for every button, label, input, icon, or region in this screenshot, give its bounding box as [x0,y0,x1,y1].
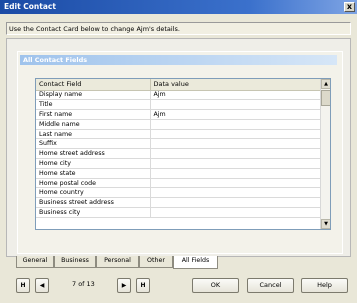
page-indicator: 7 of 13 [72,280,95,288]
field-value-cell[interactable] [150,187,322,199]
table-row[interactable]: Suffix [36,138,322,150]
field-name-cell: Home state [36,168,151,179]
next-record-button[interactable]: ▶ [117,278,131,293]
table-row[interactable]: Home street address [36,148,322,160]
field-name-cell: Home city [36,158,151,169]
field-value-cell[interactable] [150,138,322,150]
field-value-cell[interactable] [150,178,322,189]
tab-business[interactable]: Business [54,256,96,268]
navigation-bar: H ◀ 7 of 13 ▶ H OK Cancel Help [0,272,357,303]
field-value-cell[interactable]: Ajm [150,109,322,120]
field-name-cell: Display name [36,90,151,101]
column-header-field[interactable]: Contact Field [36,79,151,91]
table-row[interactable]: Last name [36,129,322,140]
field-name-cell: First name [36,109,151,120]
field-name-cell: Home postal code [36,178,151,189]
scroll-down-button[interactable]: ▼ [321,219,330,229]
table-row[interactable]: Home postal code [36,178,322,189]
field-name-cell: Last name [36,129,151,140]
instruction-text: Use the Contact Card below to change Ajm… [9,25,180,33]
field-name-cell: Home street address [36,148,151,160]
field-value-cell[interactable] [150,148,322,160]
tab-other[interactable]: Other [139,256,173,268]
field-name-cell: Title [36,99,151,111]
close-button[interactable]: x [344,2,355,12]
instruction-box: Use the Contact Card below to change Ajm… [6,22,351,35]
title-bar: Edit Contact x [0,0,357,14]
tab-general[interactable]: General [16,256,54,268]
fields-grid: Contact Field Data value Display name Ajm… [35,78,331,230]
last-record-button[interactable]: H [136,278,150,293]
field-value-cell[interactable] [150,158,322,169]
field-name-cell: Business street address [36,197,151,209]
field-value-cell[interactable] [150,197,322,209]
vertical-scrollbar[interactable]: ▲ ▼ [320,79,330,229]
scroll-up-button[interactable]: ▲ [321,79,330,89]
panel-header-text: All Contact Fields [23,56,88,64]
table-row[interactable]: First name Ajm [36,109,322,120]
field-value-cell[interactable] [150,119,322,130]
tab-all-fields[interactable]: All Fields [173,256,218,269]
table-row[interactable]: Title [36,99,322,111]
table-row[interactable]: Business city [36,207,322,218]
field-name-cell: Business city [36,207,151,218]
table-row[interactable]: Home country [36,187,322,199]
table-row[interactable]: Display name Ajm [36,90,322,101]
cancel-button[interactable]: Cancel [247,278,294,293]
tab-personal[interactable]: Personal [96,256,139,268]
field-value-cell[interactable] [150,99,322,111]
table-row[interactable]: Business street address [36,197,322,209]
previous-record-button[interactable]: ◀ [35,278,49,293]
window-title: Edit Contact [4,2,56,11]
field-name-cell: Middle name [36,119,151,130]
field-value-cell[interactable] [150,129,322,140]
first-record-button[interactable]: H [16,278,30,293]
panel-header: All Contact Fields [20,55,337,65]
field-name-cell: Home country [36,187,151,199]
help-button[interactable]: Help [301,278,348,293]
scroll-thumb[interactable] [321,90,330,106]
ok-button[interactable]: OK [192,278,239,293]
table-row[interactable]: Home state [36,168,322,179]
field-value-cell[interactable] [150,207,322,218]
field-value-cell[interactable]: Ajm [150,90,322,101]
grid-header-row: Contact Field Data value [36,79,322,91]
table-row[interactable]: Home city [36,158,322,169]
field-name-cell: Suffix [36,138,151,150]
field-value-cell[interactable] [150,168,322,179]
column-header-value[interactable]: Data value [150,79,322,91]
table-row[interactable]: Middle name [36,119,322,130]
